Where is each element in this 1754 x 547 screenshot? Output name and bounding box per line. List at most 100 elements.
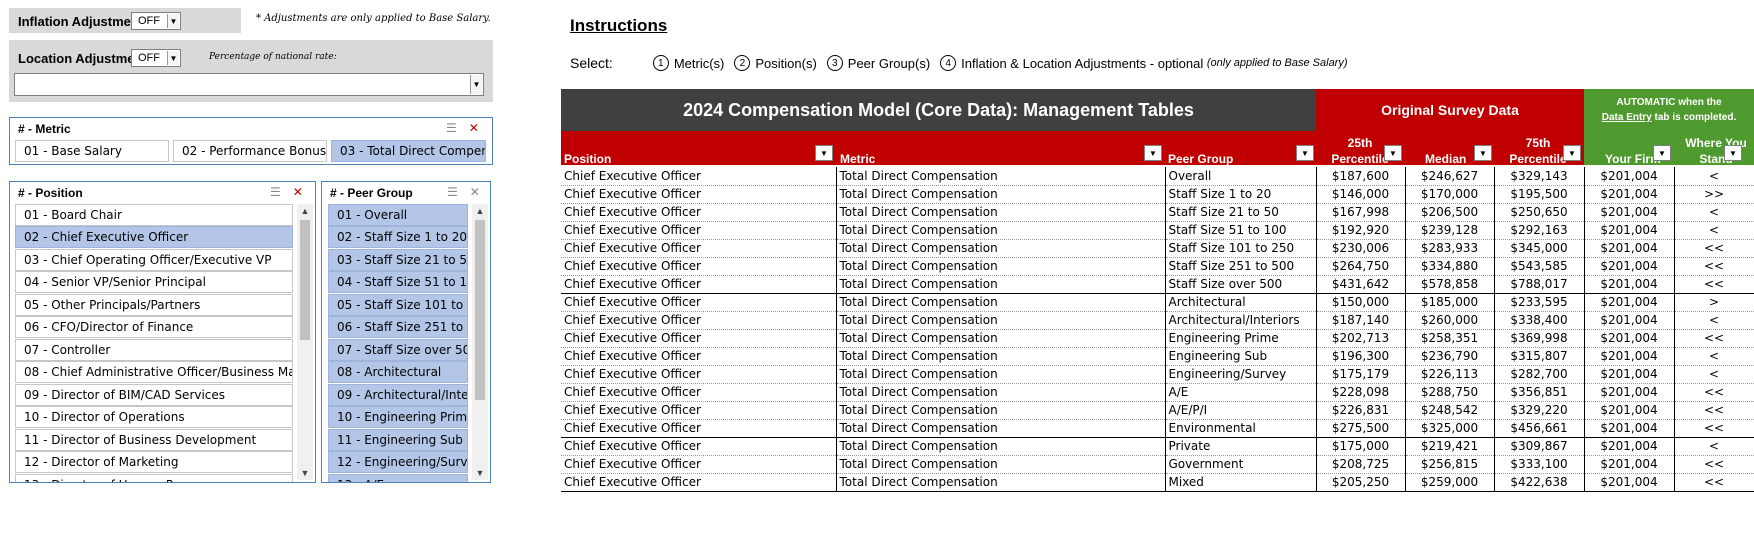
cell-firm[interactable]: $201,004 (1584, 437, 1675, 456)
slicer-item[interactable]: 12 - Engineering/Survey (328, 451, 468, 473)
cell-metric[interactable]: Total Direct Compensation (836, 257, 1166, 276)
cell-peer[interactable]: Architectural (1165, 293, 1317, 312)
data-entry-link[interactable]: Data Entry (1602, 112, 1652, 123)
cell-stand[interactable]: < (1674, 221, 1754, 240)
cell-median[interactable]: $226,113 (1405, 365, 1495, 384)
cell-peer[interactable]: Overall (1165, 167, 1317, 186)
cell-stand[interactable]: << (1674, 455, 1754, 474)
cell-stand[interactable]: < (1674, 365, 1754, 384)
peer-group-scrollbar[interactable]: ▲ ▼ (472, 204, 488, 480)
cell-p25[interactable]: $275,500 (1316, 419, 1406, 438)
cell-position[interactable]: Chief Executive Officer (561, 203, 837, 222)
cell-peer[interactable]: Mixed (1165, 473, 1317, 492)
slicer-item[interactable]: 11 - Engineering Sub (328, 429, 468, 451)
cell-p25[interactable]: $167,998 (1316, 203, 1406, 222)
cell-position[interactable]: Chief Executive Officer (561, 239, 837, 258)
cell-position[interactable]: Chief Executive Officer (561, 185, 837, 204)
cell-position[interactable]: Chief Executive Officer (561, 365, 837, 384)
cell-position[interactable]: Chief Executive Officer (561, 347, 837, 366)
cell-position[interactable]: Chief Executive Officer (561, 329, 837, 348)
cell-median[interactable]: $185,000 (1405, 293, 1495, 312)
cell-p75[interactable]: $282,700 (1494, 365, 1585, 384)
cell-metric[interactable]: Total Direct Compensation (836, 401, 1166, 420)
cell-metric[interactable]: Total Direct Compensation (836, 293, 1166, 312)
cell-median[interactable]: $578,858 (1405, 275, 1495, 294)
cell-peer[interactable]: Staff Size 101 to 250 (1165, 239, 1317, 258)
cell-metric[interactable]: Total Direct Compensation (836, 275, 1166, 294)
scroll-thumb[interactable] (300, 220, 310, 340)
cell-position[interactable]: Chief Executive Officer (561, 221, 837, 240)
cell-peer[interactable]: Staff Size 21 to 50 (1165, 203, 1317, 222)
scroll-down-icon[interactable]: ▼ (297, 466, 313, 480)
filter-dropdown-icon[interactable]: ▼ (1384, 145, 1402, 161)
cell-stand[interactable]: << (1674, 239, 1754, 258)
cell-p25[interactable]: $208,725 (1316, 455, 1406, 474)
cell-metric[interactable]: Total Direct Compensation (836, 347, 1166, 366)
cell-stand[interactable]: << (1674, 419, 1754, 438)
cell-p75[interactable]: $329,143 (1494, 167, 1585, 186)
cell-firm[interactable]: $201,004 (1584, 221, 1675, 240)
slicer-item[interactable]: 03 - Staff Size 21 to 50 (328, 249, 468, 271)
cell-p25[interactable]: $187,600 (1316, 167, 1406, 186)
cell-p75[interactable]: $333,100 (1494, 455, 1585, 474)
filter-dropdown-icon[interactable]: ▼ (1296, 145, 1314, 161)
cell-firm[interactable]: $201,004 (1584, 257, 1675, 276)
cell-stand[interactable]: < (1674, 167, 1754, 186)
slicer-item[interactable]: 06 - CFO/Director of Finance (15, 316, 293, 338)
cell-p75[interactable]: $356,851 (1494, 383, 1585, 402)
slicer-item[interactable]: 07 - Controller (15, 339, 293, 361)
cell-position[interactable]: Chief Executive Officer (561, 455, 837, 474)
clear-filter-icon[interactable]: ✕ (469, 121, 479, 135)
cell-p25[interactable]: $192,920 (1316, 221, 1406, 240)
multi-select-icon[interactable]: ☰ (270, 185, 281, 199)
cell-median[interactable]: $334,880 (1405, 257, 1495, 276)
clear-filter-icon[interactable]: ✕ (293, 185, 303, 199)
cell-p75[interactable]: $233,595 (1494, 293, 1585, 312)
cell-median[interactable]: $246,627 (1405, 167, 1495, 186)
cell-stand[interactable]: << (1674, 383, 1754, 402)
cell-peer[interactable]: Engineering/Survey (1165, 365, 1317, 384)
cell-metric[interactable]: Total Direct Compensation (836, 473, 1166, 492)
cell-median[interactable]: $283,933 (1405, 239, 1495, 258)
scroll-down-icon[interactable]: ▼ (472, 466, 488, 480)
cell-firm[interactable]: $201,004 (1584, 473, 1675, 492)
filter-dropdown-icon[interactable]: ▼ (1144, 145, 1162, 161)
cell-metric[interactable]: Total Direct Compensation (836, 455, 1166, 474)
cell-median[interactable]: $248,542 (1405, 401, 1495, 420)
cell-stand[interactable]: >> (1674, 185, 1754, 204)
cell-p25[interactable]: $226,831 (1316, 401, 1406, 420)
cell-firm[interactable]: $201,004 (1584, 419, 1675, 438)
cell-p75[interactable]: $369,998 (1494, 329, 1585, 348)
cell-position[interactable]: Chief Executive Officer (561, 473, 837, 492)
slicer-item[interactable]: 13 - A/E (328, 474, 468, 482)
cell-firm[interactable]: $201,004 (1584, 167, 1675, 186)
cell-position[interactable]: Chief Executive Officer (561, 275, 837, 294)
cell-p75[interactable]: $345,000 (1494, 239, 1585, 258)
cell-stand[interactable]: < (1674, 437, 1754, 456)
inflation-dropdown[interactable]: OFF ▼ (131, 12, 181, 30)
cell-position[interactable]: Chief Executive Officer (561, 437, 837, 456)
cell-firm[interactable]: $201,004 (1584, 311, 1675, 330)
cell-p25[interactable]: $264,750 (1316, 257, 1406, 276)
cell-metric[interactable]: Total Direct Compensation (836, 311, 1166, 330)
filter-dropdown-icon[interactable]: ▼ (815, 145, 833, 161)
location-rate-dropdown[interactable]: ▼ (14, 73, 484, 96)
cell-position[interactable]: Chief Executive Officer (561, 419, 837, 438)
cell-p75[interactable]: $250,650 (1494, 203, 1585, 222)
slicer-item-base-salary[interactable]: 01 - Base Salary (15, 140, 169, 162)
filter-dropdown-icon[interactable]: ▼ (1563, 145, 1581, 161)
cell-p75[interactable]: $292,163 (1494, 221, 1585, 240)
scroll-up-icon[interactable]: ▲ (472, 204, 488, 218)
cell-p75[interactable]: $309,867 (1494, 437, 1585, 456)
cell-peer[interactable]: Staff Size 251 to 500 (1165, 257, 1317, 276)
cell-median[interactable]: $260,000 (1405, 311, 1495, 330)
cell-stand[interactable]: < (1674, 311, 1754, 330)
cell-position[interactable]: Chief Executive Officer (561, 311, 837, 330)
cell-metric[interactable]: Total Direct Compensation (836, 185, 1166, 204)
dropdown-arrow-icon[interactable]: ▼ (167, 51, 179, 65)
cell-stand[interactable]: << (1674, 257, 1754, 276)
cell-firm[interactable]: $201,004 (1584, 347, 1675, 366)
cell-p25[interactable]: $228,098 (1316, 383, 1406, 402)
cell-peer[interactable]: Environmental (1165, 419, 1317, 438)
slicer-item[interactable]: 06 - Staff Size 251 to 500 (328, 316, 468, 338)
